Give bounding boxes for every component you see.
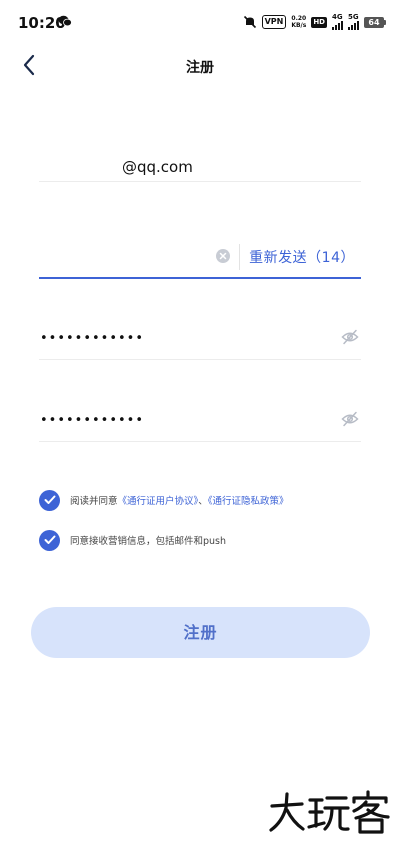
- resend-code-button[interactable]: 重新发送（14）: [249, 247, 355, 267]
- password-field[interactable]: ••••••••••••: [39, 316, 361, 360]
- email-field[interactable]: @qq.com: [39, 150, 361, 182]
- privacy-policy-link[interactable]: 《通行证隐私政策》: [208, 496, 289, 507]
- eye-off-icon[interactable]: [341, 329, 359, 345]
- clear-icon[interactable]: [216, 249, 230, 263]
- password-input-value[interactable]: ••••••••••••: [40, 329, 144, 349]
- terms-text: 阅读并同意《通行证用户协议》、《通行证隐私政策》: [70, 493, 289, 507]
- confirm-password-input-value[interactable]: ••••••••••••: [40, 411, 144, 431]
- eye-off-icon[interactable]: [341, 411, 359, 427]
- confirm-password-field[interactable]: ••••••••••••: [39, 398, 361, 442]
- net-speed-value: 0.20: [291, 15, 307, 22]
- battery-level: 64: [364, 16, 384, 28]
- checkmark-icon: [44, 495, 55, 504]
- status-bar: 10:20 VPN 0.20 KB/s HD 4G 5G 64: [0, 0, 400, 44]
- page-title: 注册: [186, 60, 214, 76]
- terms-agreement-row: 阅读并同意《通行证用户协议》、《通行证隐私政策》: [39, 489, 379, 511]
- wechat-icon: [58, 15, 72, 27]
- hd-badge: HD: [311, 16, 327, 28]
- register-button[interactable]: 注册: [31, 607, 370, 658]
- status-icons: VPN 0.20 KB/s HD 4G 5G 64: [243, 13, 386, 31]
- email-input-value[interactable]: @qq.com: [122, 158, 193, 176]
- marketing-agreement-row: 同意接收营销信息，包括邮件和push: [39, 529, 379, 551]
- signal-4g-label: 4G: [332, 13, 343, 21]
- signal-4g: 4G: [332, 14, 343, 30]
- net-speed: 0.20 KB/s: [291, 15, 306, 29]
- user-agreement-link[interactable]: 《通行证用户协议》: [118, 496, 199, 507]
- terms-separator: 、: [198, 496, 208, 507]
- signal-5g-label: 5G: [348, 13, 359, 21]
- marketing-checkbox[interactable]: [39, 529, 60, 551]
- verification-code-field[interactable]: 重新发送（14）: [39, 236, 361, 279]
- watermark-logo: [269, 790, 390, 834]
- vpn-badge: VPN: [261, 15, 287, 29]
- divider: [239, 244, 240, 270]
- checkmark-icon: [44, 535, 55, 544]
- net-speed-unit: KB/s: [291, 22, 307, 29]
- signal-bars-icon: [348, 21, 359, 30]
- mute-icon: [243, 15, 256, 29]
- signal-bars-icon: [332, 21, 343, 30]
- terms-checkbox[interactable]: [39, 489, 60, 511]
- signal-5g: 5G: [348, 14, 359, 30]
- marketing-text: 同意接收营销信息，包括邮件和push: [70, 536, 227, 547]
- battery-icon: 64: [364, 16, 386, 28]
- terms-prefix: 阅读并同意: [70, 496, 118, 507]
